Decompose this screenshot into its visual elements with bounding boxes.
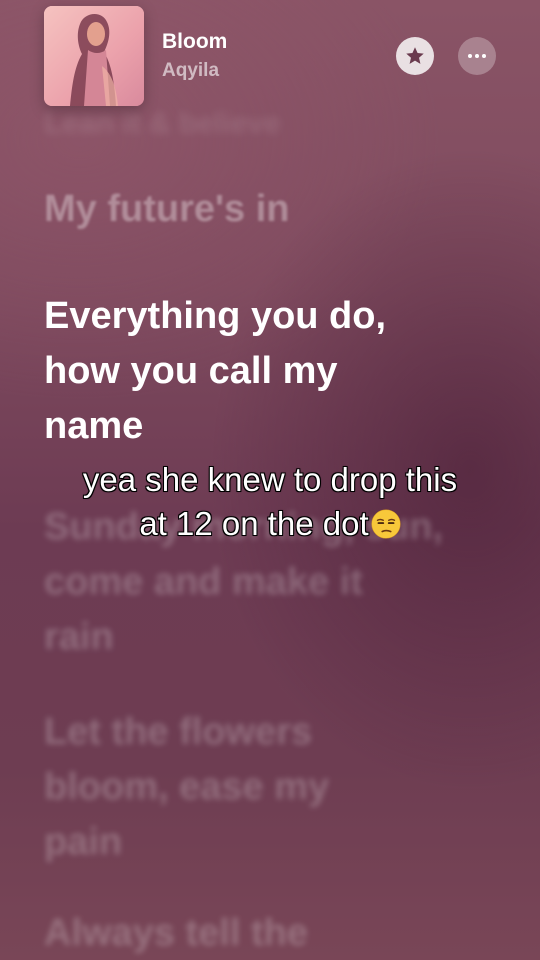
lyric-line[interactable]: Let the flowers (44, 705, 312, 760)
lyric-line[interactable]: My future's in (44, 182, 290, 237)
lyric-line[interactable]: come and make it (44, 555, 363, 610)
lyric-line-active[interactable]: name (44, 399, 143, 454)
unamused-face-icon (371, 509, 401, 539)
ellipsis-icon (468, 54, 472, 58)
lyric-line-active[interactable]: how you call my (44, 344, 338, 399)
album-cover-portrait-icon (44, 6, 144, 106)
lyric-line[interactable]: pain (44, 815, 122, 870)
lyric-line[interactable]: Always tell the (44, 906, 308, 960)
song-title[interactable]: Bloom (162, 30, 227, 54)
lyric-line[interactable]: rain (44, 610, 114, 665)
favorite-button[interactable] (396, 37, 434, 75)
video-caption: yea she knew to drop this at 12 on the d… (0, 458, 540, 546)
album-art[interactable] (44, 6, 144, 106)
lyric-line[interactable]: bloom, ease my (44, 760, 329, 815)
caption-line-2: at 12 on the dot (0, 502, 540, 546)
lyric-line-active[interactable]: Everything you do, (44, 289, 386, 344)
artist-name[interactable]: Aqyila (162, 60, 219, 82)
more-options-button[interactable] (458, 37, 496, 75)
star-icon (406, 47, 424, 64)
caption-line: yea she knew to drop this (82, 460, 458, 499)
lyric-line-previous[interactable]: Lean it & believe (44, 96, 281, 151)
caption-line: at 12 on the dot (139, 504, 370, 543)
